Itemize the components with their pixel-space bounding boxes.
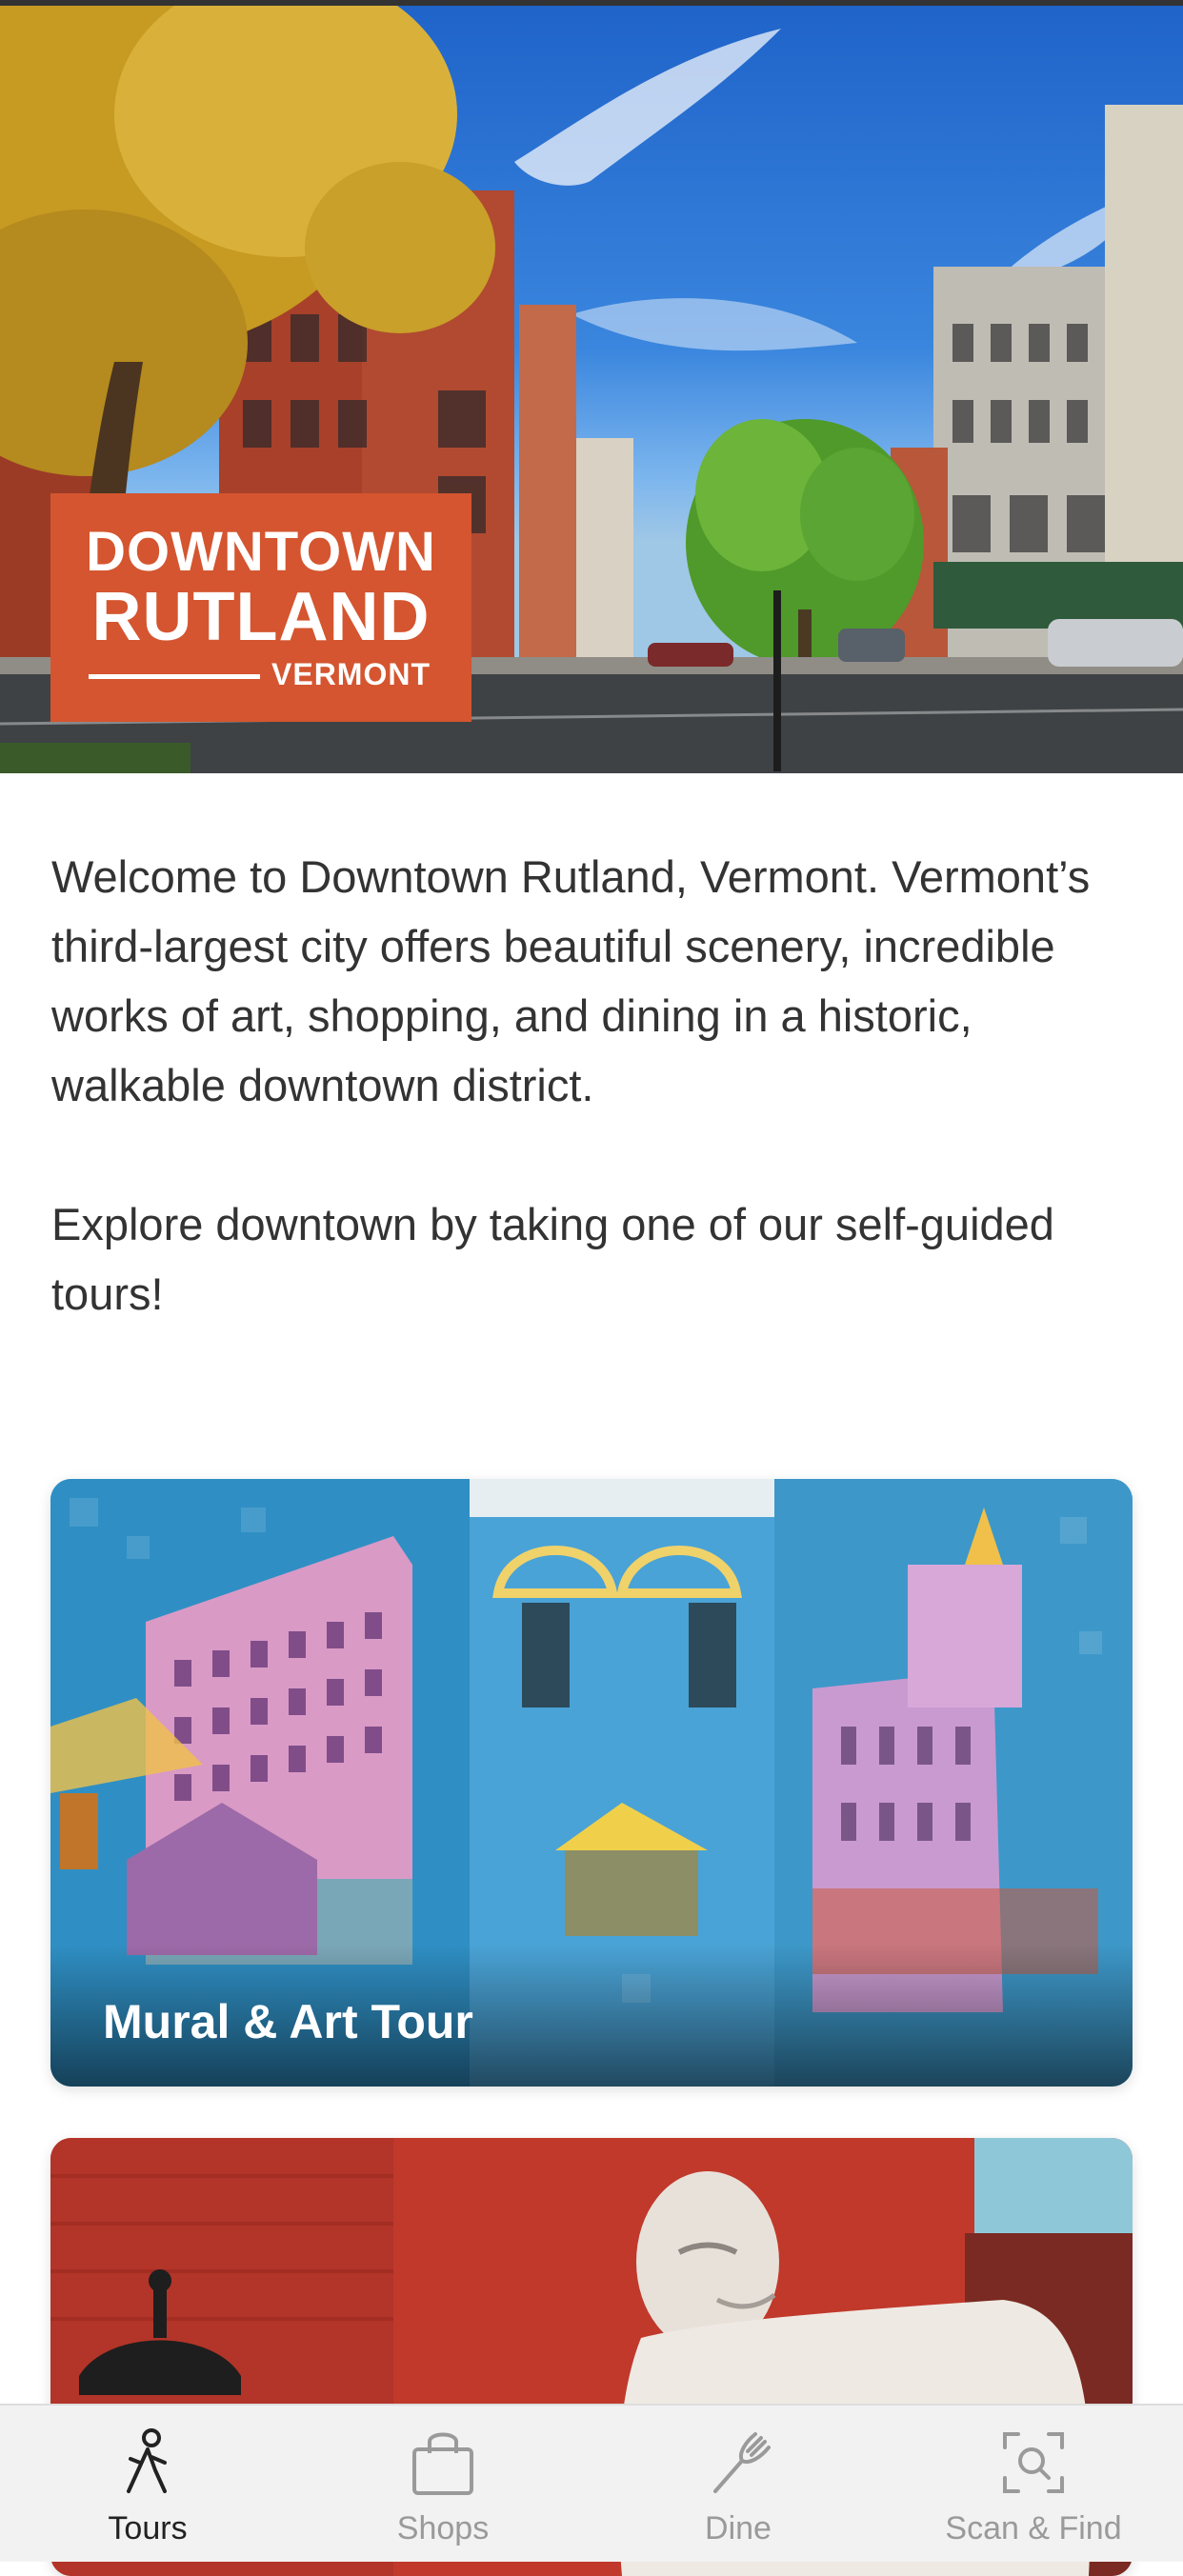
tab-dine[interactable]: Dine bbox=[591, 2406, 886, 2562]
tab-shops[interactable]: Shops bbox=[295, 2406, 591, 2562]
intro-paragraph-1: Welcome to Downtown Rutland, Vermont. Ve… bbox=[51, 851, 1091, 1110]
tour-card-mural-art[interactable]: Mural & Art Tour bbox=[50, 1479, 1133, 2087]
hero-image: DOWNTOWN RUTLAND VERMONT bbox=[0, 0, 1183, 773]
intro-paragraph-2: Explore downtown by taking one of our se… bbox=[51, 1199, 1054, 1319]
fork-icon bbox=[713, 2432, 771, 2493]
shopping-bag-icon bbox=[412, 2432, 473, 2495]
bottom-tab-bar: Tours Shops Dine Scan & Find bbox=[0, 2404, 1183, 2562]
downtown-rutland-logo: DOWNTOWN RUTLAND VERMONT bbox=[50, 493, 471, 722]
intro-text: Welcome to Downtown Rutland, Vermont. Ve… bbox=[51, 842, 1137, 1328]
logo-line-3: VERMONT bbox=[271, 657, 431, 691]
logo-line-1: DOWNTOWN bbox=[86, 521, 436, 583]
tab-scan-find[interactable]: Scan & Find bbox=[886, 2406, 1181, 2562]
tab-tours-label: Tours bbox=[108, 2510, 188, 2546]
logo-rule bbox=[89, 674, 260, 679]
scan-search-icon bbox=[1003, 2432, 1064, 2493]
logo-line-2: RUTLAND bbox=[91, 579, 431, 655]
tour-card-title: Mural & Art Tour bbox=[103, 1995, 473, 2048]
tab-tours[interactable]: Tours bbox=[0, 2406, 295, 2562]
tab-shops-label: Shops bbox=[396, 2510, 490, 2546]
walking-person-icon bbox=[127, 2428, 167, 2493]
status-strip bbox=[0, 0, 1183, 6]
tab-dine-label: Dine bbox=[705, 2510, 772, 2546]
tab-scan-find-label: Scan & Find bbox=[945, 2510, 1122, 2546]
